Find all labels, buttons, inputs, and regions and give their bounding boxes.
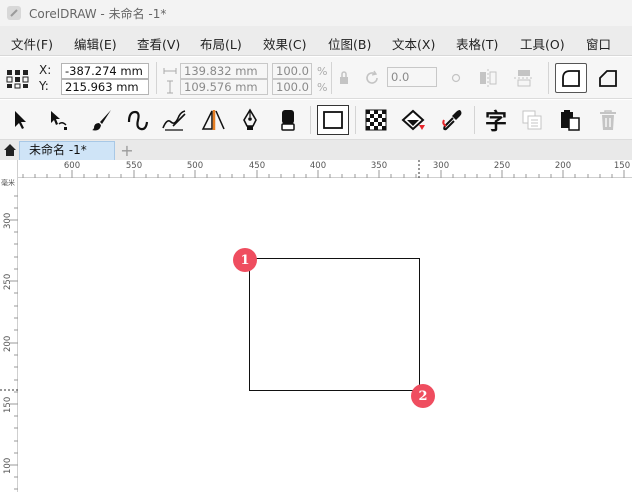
rounded-corner-icon[interactable]	[555, 63, 587, 93]
add-tab-button[interactable]: +	[118, 141, 136, 160]
scale-y-field[interactable]: 100.0	[272, 79, 312, 95]
height-icon	[162, 79, 178, 95]
table-tool-icon[interactable]	[518, 106, 546, 134]
shape-tool-icon[interactable]	[44, 106, 72, 134]
annotation-marker-2: 2	[411, 384, 435, 408]
document-tab-bar: 未命名 -1* +	[0, 140, 632, 160]
ruler-tick-label: 300	[3, 212, 13, 229]
separator	[474, 106, 475, 134]
window-title: CorelDRAW - 未命名 -1*	[29, 6, 167, 21]
calligraphy-pen-icon[interactable]	[160, 106, 188, 134]
ruler-tick-label: 150	[3, 396, 13, 413]
ruler-tick-label: 600	[63, 161, 81, 171]
ruler-tick-label: 200	[554, 161, 572, 171]
y-label: Y:	[39, 79, 49, 93]
menu-text[interactable]: 文本(X)	[392, 34, 435, 53]
separator	[156, 62, 157, 94]
menu-table[interactable]: 表格(T)	[456, 34, 498, 53]
home-icon[interactable]	[0, 140, 19, 160]
degree-icon	[447, 69, 465, 87]
vertical-ruler-ticks	[0, 195, 18, 490]
ruler-tick-label: 250	[3, 273, 13, 290]
menu-view[interactable]: 查看(V)	[137, 34, 180, 53]
text-tool-icon[interactable]: 字	[482, 106, 510, 135]
menu-file[interactable]: 文件(F)	[11, 34, 53, 53]
mirror-vertical-icon[interactable]	[511, 66, 537, 90]
separator	[310, 106, 311, 134]
title-bar: CorelDRAW - 未命名 -1*	[0, 0, 632, 26]
artistic-brush-icon[interactable]	[88, 106, 116, 134]
ruler-tick-label: 550	[125, 161, 143, 171]
clipboard-paste-icon[interactable]	[556, 106, 584, 134]
x-label: X:	[39, 63, 52, 77]
interactive-fill-icon[interactable]	[400, 106, 428, 134]
separator	[548, 62, 549, 94]
eyedropper-tool-icon[interactable]	[438, 106, 466, 134]
menu-effects[interactable]: 效果(C)	[263, 34, 306, 53]
menu-tools[interactable]: 工具(O)	[520, 34, 565, 53]
tab-document-untitled-1[interactable]: 未命名 -1*	[19, 141, 115, 160]
y-position-field[interactable]: 215.963 mm	[61, 79, 149, 95]
menu-window[interactable]: 窗口	[586, 34, 611, 53]
width-icon	[162, 63, 178, 79]
ruler-tick-label: 100	[3, 457, 13, 474]
ruler-tick-label: 450	[248, 161, 266, 171]
coreldraw-logo-icon	[7, 6, 21, 20]
ruler-tick-label: 500	[186, 161, 204, 171]
scale-x-field[interactable]: 100.0	[272, 63, 312, 79]
menu-bitmaps[interactable]: 位图(B)	[328, 34, 371, 53]
annotation-marker-1: 1	[233, 248, 257, 272]
height-field[interactable]: 109.576 mm	[180, 79, 268, 95]
ruler-tick-label: 250	[493, 161, 511, 171]
pen-tool-icon[interactable]	[236, 106, 264, 134]
rotate-icon	[361, 68, 383, 88]
x-position-field[interactable]: -387.274 mm	[61, 63, 149, 79]
dimension-tool-icon[interactable]	[199, 106, 227, 134]
separator	[355, 106, 356, 134]
property-bar: X: Y: -387.274 mm 215.963 mm 139.832 mm …	[0, 57, 632, 99]
menu-bar: 文件(F) 编辑(E) 查看(V) 布局(L) 效果(C) 位图(B) 文本(X…	[0, 26, 632, 56]
ruler-tick-label: 350	[370, 161, 388, 171]
ruler-tick-label: 200	[3, 335, 13, 352]
rotation-field[interactable]: 0.0	[387, 67, 437, 87]
width-field[interactable]: 139.832 mm	[180, 63, 268, 79]
lock-ratio-icon[interactable]	[336, 69, 352, 87]
pick-tool-icon[interactable]	[6, 106, 34, 134]
freehand-curve-icon[interactable]	[124, 106, 152, 134]
ruler-tick-label: 150	[613, 161, 631, 171]
eraser-tool-icon[interactable]	[274, 106, 302, 134]
rectangle-tool-icon[interactable]	[317, 105, 349, 135]
object-origin-icon[interactable]	[5, 68, 31, 90]
percent-sign: %	[317, 65, 328, 78]
menu-edit[interactable]: 编辑(E)	[74, 34, 117, 53]
transparency-tool-icon[interactable]	[362, 106, 390, 134]
separator	[331, 62, 332, 94]
chamfer-corner-icon[interactable]	[592, 63, 624, 93]
rectangle-object[interactable]	[249, 258, 420, 391]
trash-delete-icon[interactable]	[594, 106, 622, 134]
ruler-tick-label: 300	[432, 161, 450, 171]
horizontal-ruler[interactable]: 600 550 500 450 400 350 300 250 200 150	[0, 160, 632, 178]
ruler-tick-label: 400	[309, 161, 327, 171]
mirror-horizontal-icon[interactable]	[475, 66, 501, 90]
toolbox: 字	[0, 100, 632, 140]
vertical-ruler[interactable]: 毫米 300 250 200 150 100	[0, 160, 18, 492]
menu-layout[interactable]: 布局(L)	[200, 34, 242, 53]
percent-sign: %	[317, 81, 328, 94]
